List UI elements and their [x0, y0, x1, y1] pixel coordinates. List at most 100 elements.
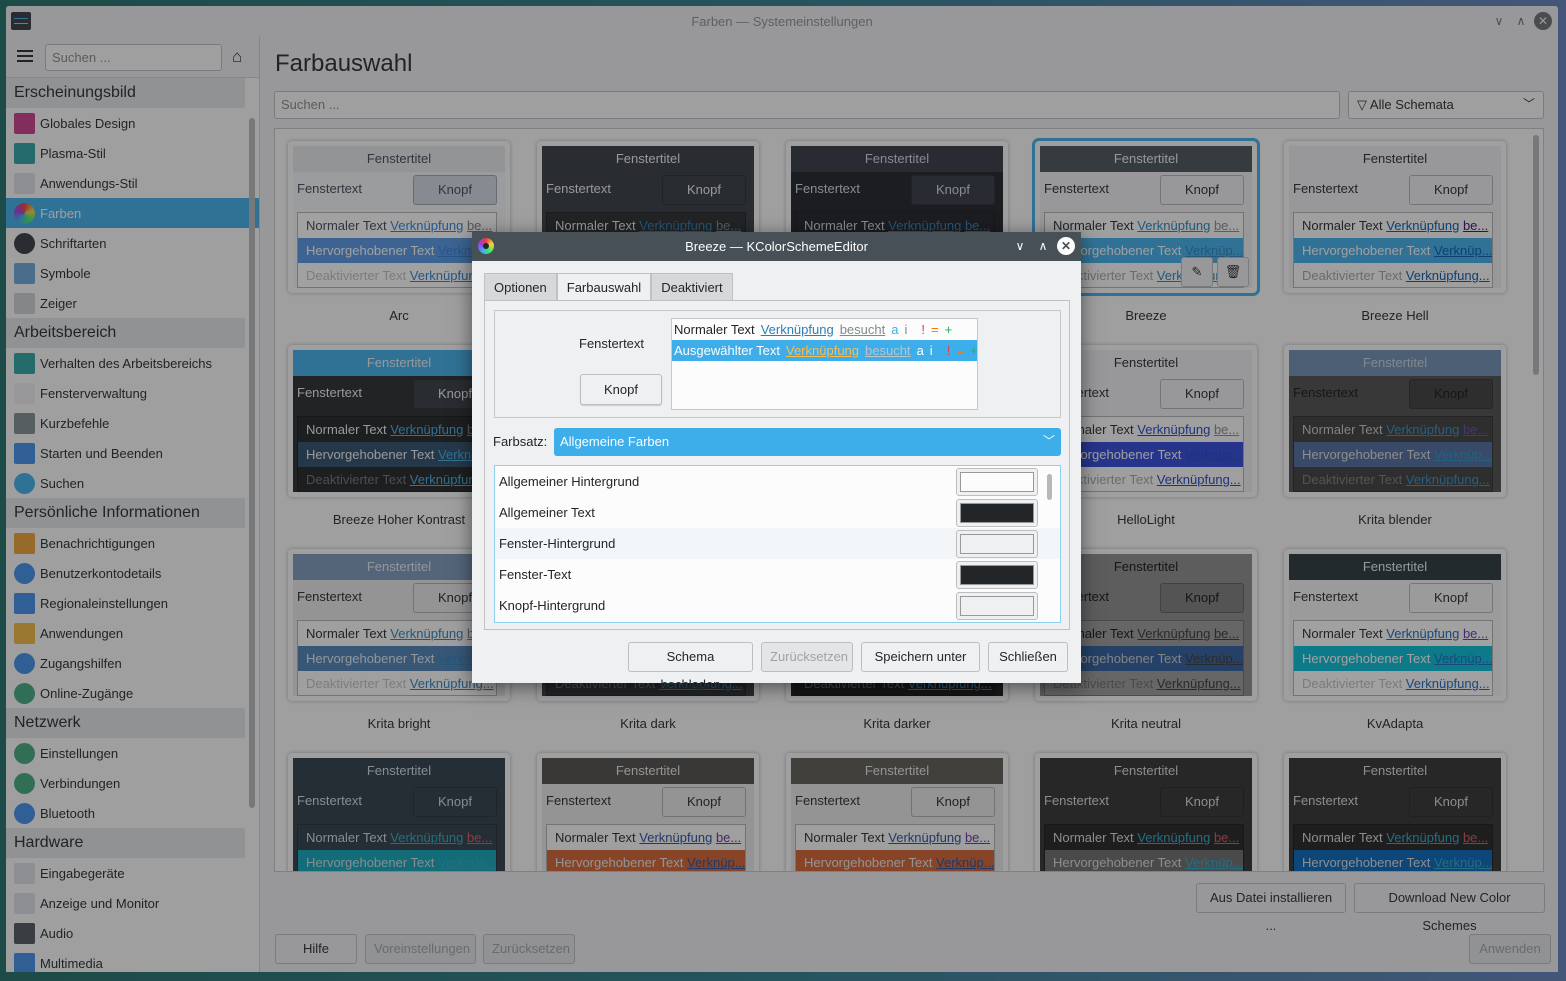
dialog-maximize-button[interactable]: ∧ [1034, 237, 1052, 255]
tab-deaktiviert[interactable]: Deaktiviert [651, 273, 733, 300]
preview-negative-text: ! [946, 343, 951, 358]
preview-visited: be... [1462, 626, 1489, 641]
dialog-reset-button[interactable]: Zurücksetzen [761, 642, 853, 672]
scheme-card[interactable]: Fenstertitel Fenstertext Knopf Normaler Tex… [1035, 753, 1257, 871]
reset-button[interactable]: Zurücksetzen [483, 934, 575, 964]
sidebar-item-regionaleinstellungen[interactable]: Regionaleinstellungen [6, 588, 245, 618]
scheme-filter-dropdown[interactable]: ▽ Alle Schemata ﹀ [1348, 91, 1544, 119]
tab-farbauswahl[interactable]: Farbauswahl [556, 273, 652, 301]
sidebar-item-bluetooth[interactable]: Bluetooth [6, 798, 245, 828]
preview-title: Fenstertitel [293, 146, 505, 172]
preview-disabled-row: Deaktivierter Text Verknüpfung... [1302, 676, 1490, 691]
sidebar-item-anzeige-und-monitor[interactable]: Anzeige und Monitor [6, 888, 245, 918]
save-as-button[interactable]: Speichern unter ... [861, 642, 980, 692]
sidebar-section-header: Persönliche Informationen [6, 498, 245, 528]
preview-normal-row: Normaler Text Verknüpfung be... [1302, 626, 1489, 641]
maximize-button[interactable]: ∧ [1512, 12, 1530, 30]
sidebar-item-benutzerkontodetails[interactable]: Benutzerkontodetails [6, 558, 245, 588]
color-swatch-button[interactable] [956, 592, 1038, 620]
dialog-minimize-button[interactable]: ∨ [1011, 237, 1029, 255]
preview-button: Knopf [413, 787, 497, 817]
color-role-row[interactable]: Allgemeiner Text [495, 497, 1060, 528]
sidebar-item-fensterverwaltung[interactable]: Fensterverwaltung [6, 378, 245, 408]
download-new-schemes-button[interactable]: Download New Color Schemes [1354, 883, 1545, 933]
plasma-style-icon [14, 142, 35, 164]
preview-window-text: Fenstertext [795, 181, 861, 196]
dialog-close-text-button[interactable]: Schließen [988, 642, 1068, 672]
color-role-row[interactable]: Fenster-Hintergrund [495, 528, 1060, 559]
sidebar-item-symbole[interactable]: Symbole [6, 258, 245, 288]
sidebar-item-benachrichtigungen[interactable]: Benachrichtigungen [6, 528, 245, 558]
scheme-card[interactable]: Fenstertitel Fenstertext Knopf Normaler Tex… [1284, 141, 1506, 293]
home-icon[interactable]: ⌂ [232, 48, 250, 66]
scheme-preview: Fenstertitel Fenstertext Knopf Normaler Tex… [1289, 146, 1501, 288]
preview-link: Verknüpfung... [1405, 268, 1490, 283]
preview-window-text: Fenstertext [795, 793, 861, 808]
color-swatch-button[interactable] [956, 530, 1038, 558]
sidebar-item-suchen[interactable]: Suchen [6, 468, 245, 498]
help-button[interactable]: Hilfe [275, 934, 357, 964]
color-swatch-button[interactable] [956, 468, 1038, 496]
sidebar-item-globales-design[interactable]: Globales Design [6, 108, 245, 138]
preview-button: Knopf [1409, 379, 1493, 409]
delete-icon[interactable]: 🗑 [1217, 257, 1249, 287]
sidebar-item-zugangshilfen[interactable]: Zugangshilfen [6, 648, 245, 678]
colorset-dropdown[interactable]: Allgemeine Farben ﹀ [554, 428, 1061, 456]
sidebar-item-multimedia[interactable]: Multimedia [6, 948, 245, 972]
sidebar-item-anwendungen[interactable]: Anwendungen [6, 618, 245, 648]
cursor-icon [14, 292, 35, 314]
color-swatch-button[interactable] [956, 561, 1038, 589]
scheme-card[interactable]: Fenstertitel Fenstertext Knopf Normaler Tex… [1284, 753, 1506, 871]
color-swatch-button[interactable] [956, 499, 1038, 527]
preview-highlighted-row: Hervorgehobener Text Verknüp... [1294, 238, 1492, 263]
dialog-tabs: Optionen Farbauswahl Deaktiviert [484, 273, 733, 301]
scheme-card[interactable]: Fenstertitel Fenstertext Knopf Normaler Tex… [537, 753, 759, 871]
preview-link: Verknüpfung [1386, 422, 1460, 437]
sidebar-item-zeiger[interactable]: Zeiger [6, 288, 245, 318]
scheme-card[interactable]: Fenstertitel Fenstertext Knopf Normaler Tex… [1284, 549, 1506, 701]
scheme-card[interactable]: Fenstertitel Fenstertext Knopf Normaler Tex… [786, 753, 1008, 871]
scheme-card[interactable]: Fenstertitel Fenstertext Knopf Normaler Tex… [288, 753, 510, 871]
defaults-button[interactable]: Voreinstellungen [365, 934, 476, 964]
upload-scheme-button[interactable]: Schema hochladen [628, 642, 753, 692]
sidebar-item-plasma-stil[interactable]: Plasma-Stil [6, 138, 245, 168]
hamburger-menu-icon[interactable] [17, 50, 33, 62]
scheme-preview: Fenstertitel Fenstertext Knopf Normaler Tex… [1040, 758, 1252, 871]
preview-normal-row: Normaler Text Verknüpfung be... [1053, 830, 1240, 845]
sidebar-scrollbar[interactable] [249, 118, 255, 808]
apply-button[interactable]: Anwenden [1469, 934, 1551, 964]
preview-text: Ausgewählter Text [674, 343, 780, 358]
sidebar-search-input[interactable]: Suchen ... [45, 44, 222, 71]
tab-optionen[interactable]: Optionen [484, 273, 557, 300]
sidebar-section-header: Netzwerk [6, 708, 245, 738]
color-role-label: Allgemeiner Text [499, 505, 595, 520]
scheme-search-input[interactable]: Suchen ... [274, 91, 1340, 119]
preview-link: Verknüpfung [786, 343, 860, 358]
grid-scrollbar[interactable] [1533, 135, 1539, 375]
sidebar-item-anwendungs-stil[interactable]: Anwendungs-Stil [6, 168, 245, 198]
sidebar-item-eingabegeräte[interactable]: Eingabegeräte [6, 858, 245, 888]
preview-visited: be... [964, 830, 991, 845]
dialog-close-button[interactable]: ✕ [1057, 237, 1075, 255]
sidebar-item-verhalten-des-arbeitsbereichs[interactable]: Verhalten des Arbeitsbereichs [6, 348, 245, 378]
sidebar-item-kurzbefehle[interactable]: Kurzbefehle [6, 408, 245, 438]
scheme-card[interactable]: Fenstertitel Fenstertext Knopf Normaler Tex… [1284, 345, 1506, 497]
preview-disabled-row: Deaktivierter Text Verknüpfung... [306, 472, 494, 487]
sidebar-item-einstellungen[interactable]: Einstellungen [6, 738, 245, 768]
sidebar-item-label: Plasma-Stil [40, 145, 106, 161]
sidebar-item-online-zugänge[interactable]: Online-Zugänge [6, 678, 245, 708]
color-role-row[interactable]: Fenster-Text [495, 559, 1060, 590]
minimize-button[interactable]: ∨ [1490, 12, 1508, 30]
sidebar-item-starten-und-beenden[interactable]: Starten und Beenden [6, 438, 245, 468]
sidebar-item-verbindungen[interactable]: Verbindungen [6, 768, 245, 798]
card-tools: ✎ 🗑 [1181, 257, 1249, 287]
color-role-row[interactable]: Knopf-Hintergrund [495, 590, 1060, 621]
color-role-row[interactable]: Allgemeiner Hintergrund [495, 466, 1060, 497]
preview-window-text: Fenstertext [1044, 181, 1110, 196]
install-from-file-button[interactable]: Aus Datei installieren ... [1196, 883, 1346, 933]
sidebar-item-farben[interactable]: Farben [6, 198, 259, 228]
sidebar-item-schriftarten[interactable]: Schriftarten [6, 228, 245, 258]
edit-icon[interactable]: ✎ [1181, 257, 1213, 287]
sidebar-item-audio[interactable]: Audio [6, 918, 245, 948]
close-button[interactable]: ✕ [1534, 12, 1552, 30]
